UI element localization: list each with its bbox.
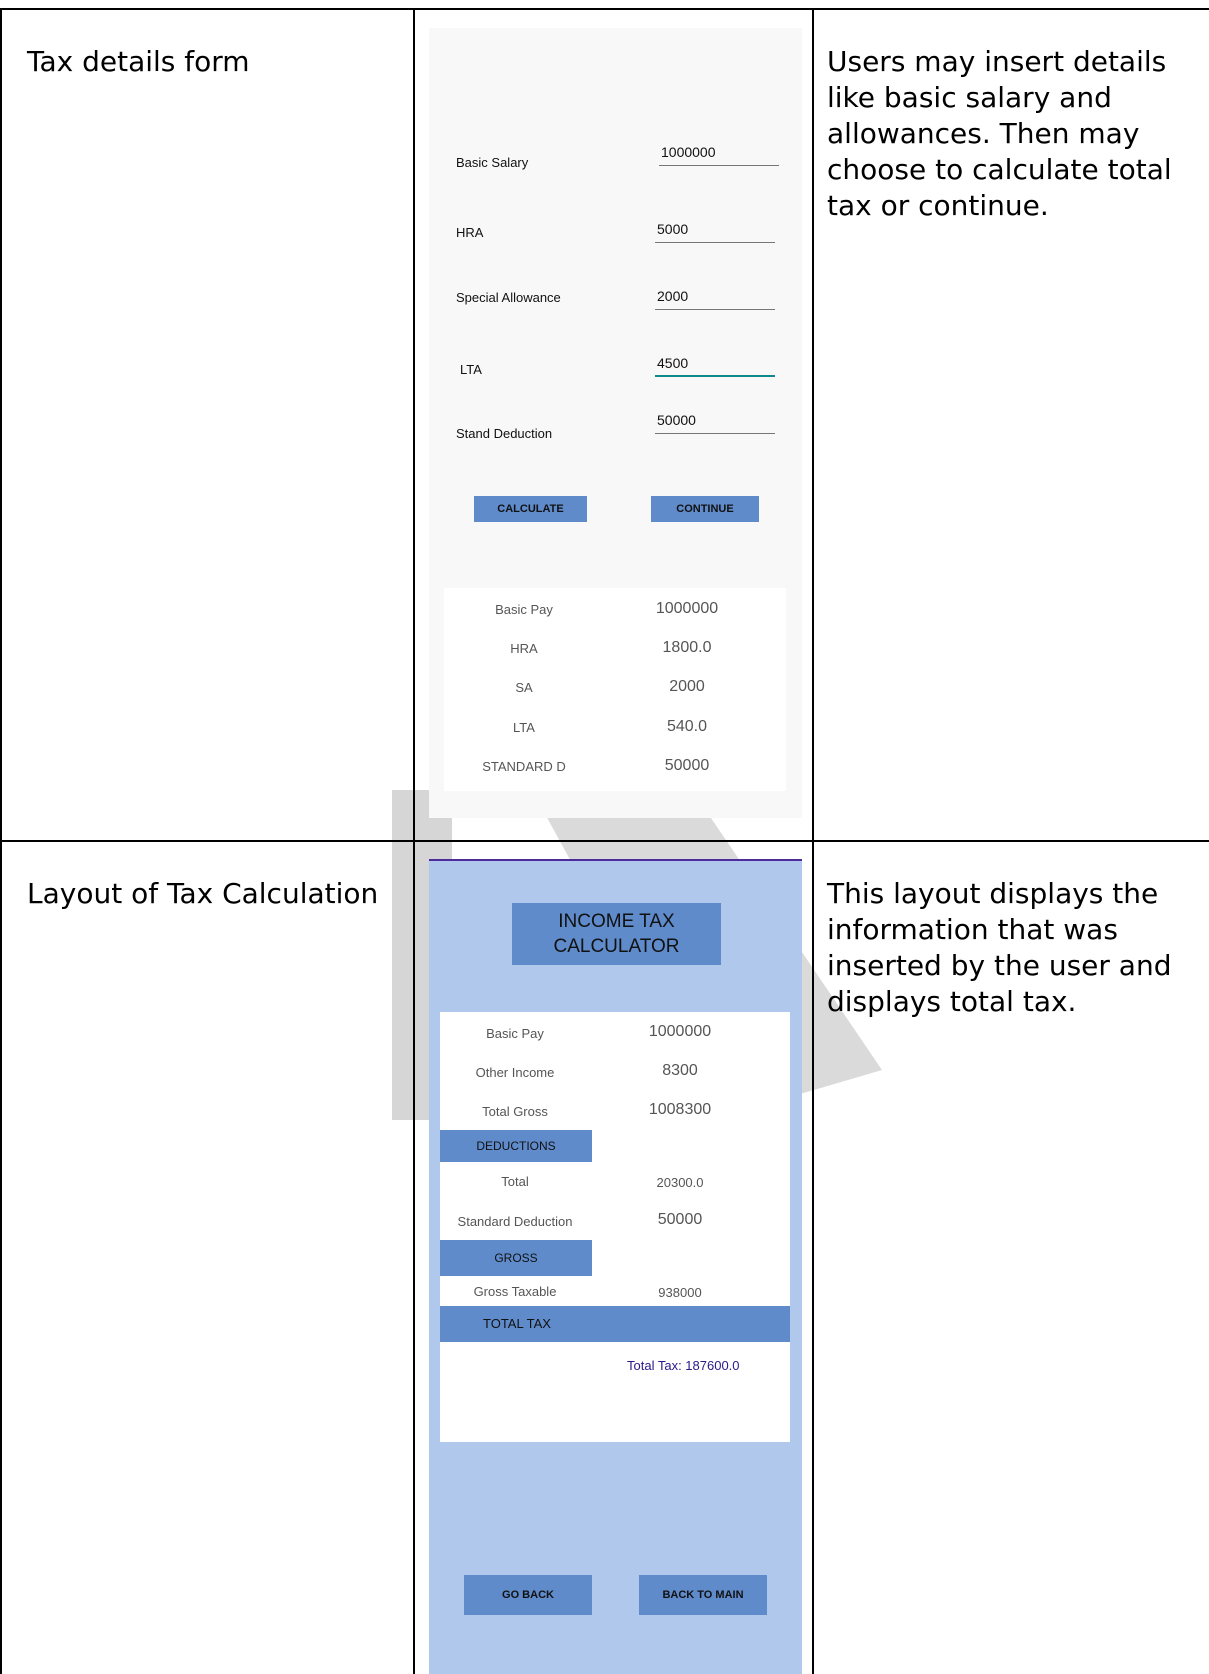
row-label-tax-calculation: Layout of Tax Calculation (27, 877, 379, 910)
tax-calculation-screen: INCOME TAX CALCULATOR Basic Pay 1000000 … (429, 859, 802, 1674)
total-tax-header: TOTAL TAX (440, 1306, 790, 1342)
calc-value-basic-pay: 1000000 (648, 1023, 712, 1040)
table-border-top (0, 8, 1209, 10)
result-value-basic-pay: 1000000 (655, 600, 719, 617)
stand-deduction-label: Stand Deduction (456, 426, 553, 441)
result-label-hra: HRA (510, 641, 538, 656)
result-label-standard-d: STANDARD D (482, 759, 566, 774)
calc-label-basic-pay: Basic Pay (486, 1026, 544, 1041)
hra-input[interactable]: 5000 (655, 219, 775, 243)
result-label-sa: SA (515, 680, 533, 695)
row-description-tax-calculation: This layout displays the information tha… (827, 877, 1172, 1018)
result-label-lta: LTA (513, 720, 535, 735)
calc-label-deductions-total: Total (501, 1174, 529, 1189)
table-border-middle (0, 840, 1209, 842)
table-column-divider-2 (812, 8, 814, 1674)
total-tax-value: Total Tax: 187600.0 (627, 1358, 740, 1373)
calculation-card: Basic Pay 1000000 Other Income 8300 Tota… (440, 1012, 790, 1442)
stand-deduction-input[interactable]: 50000 (655, 410, 775, 434)
result-value-lta: 540.0 (666, 718, 708, 735)
calc-label-standard-deduction: Standard Deduction (457, 1214, 573, 1229)
deductions-header: DEDUCTIONS (440, 1130, 592, 1162)
row-label-tax-details: Tax details form (27, 45, 250, 78)
special-allowance-label: Special Allowance (456, 290, 561, 305)
gross-header: GROSS (440, 1240, 592, 1276)
result-label-basic-pay: Basic Pay (495, 602, 553, 617)
calc-value-gross-taxable: 938000 (658, 1285, 702, 1300)
calc-label-other-income: Other Income (475, 1065, 555, 1080)
special-allowance-input[interactable]: 2000 (655, 286, 775, 310)
back-to-main-button[interactable]: BACK TO MAIN (639, 1575, 767, 1615)
tax-details-screen: Basic Salary 1000000 HRA 5000 Special Al… (429, 28, 802, 818)
result-value-sa: 2000 (669, 678, 705, 695)
basic-salary-input[interactable]: 1000000 (659, 142, 779, 166)
row-description-tax-details: Users may insert details like basic sala… (827, 45, 1172, 222)
calc-value-other-income: 8300 (662, 1062, 698, 1079)
go-back-button[interactable]: GO BACK (464, 1575, 592, 1615)
calc-value-standard-deduction: 50000 (657, 1211, 703, 1228)
app-title: INCOME TAX CALCULATOR (512, 903, 721, 965)
lta-label: LTA (460, 362, 482, 377)
lta-input[interactable]: 4500 (655, 353, 775, 377)
result-value-standard-d: 50000 (664, 757, 710, 774)
continue-button[interactable]: CONTINUE (651, 496, 759, 522)
calc-label-gross-taxable: Gross Taxable (473, 1284, 557, 1299)
results-card: Basic Pay 1000000 HRA 1800.0 SA 2000 LTA… (444, 588, 786, 791)
table-column-divider-1 (413, 8, 415, 1674)
calc-value-total-gross: 1008300 (648, 1101, 712, 1118)
result-value-hra: 1800.0 (662, 639, 712, 656)
calculate-button[interactable]: CALCULATE (474, 496, 587, 522)
calc-value-deductions-total: 20300.0 (656, 1175, 704, 1190)
table-border-left (0, 8, 2, 1674)
calc-label-total-gross: Total Gross (482, 1104, 548, 1119)
basic-salary-label: Basic Salary (456, 155, 529, 170)
hra-label: HRA (456, 225, 484, 240)
